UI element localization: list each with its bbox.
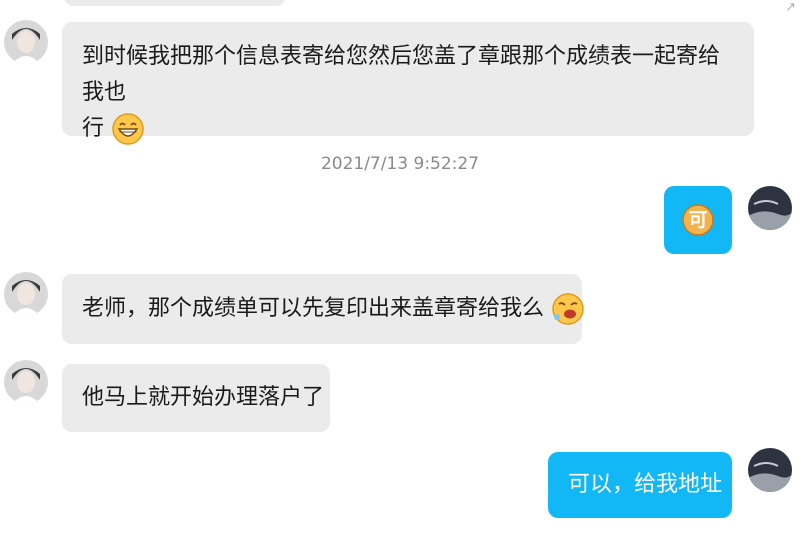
message-text: 到时候我把那个信息表寄给您然后您盖了章跟那个成绩表一起寄给我也 (82, 44, 721, 105)
previous-message-fragment (64, 0, 286, 6)
avatar-self[interactable] (748, 448, 792, 492)
message-timestamp: 2021/7/13 9:52:27 (320, 154, 480, 174)
message-text: 老师，那个成绩单可以先复印出来盖章寄给我么 (82, 296, 545, 321)
ok-badge-icon: 可 (681, 203, 715, 237)
scroll-arrow-icon[interactable]: ↗ (785, 0, 796, 15)
message-bubble[interactable]: 到时候我把那个信息表寄给您然后您盖了章跟那个成绩表一起寄给我也 行 (62, 22, 754, 145)
message-text: 行 (82, 116, 105, 141)
avatar-self[interactable] (748, 186, 792, 230)
avatar-teacher[interactable] (4, 20, 48, 64)
message-bubble[interactable]: 可 (664, 186, 732, 254)
message-bubble[interactable]: 老师，那个成绩单可以先复印出来盖章寄给我么 (62, 274, 585, 344)
grinning-face-icon (111, 112, 145, 146)
message-bubble[interactable]: 可以，给我地址 (548, 452, 732, 518)
crying-laughing-face-icon (551, 292, 585, 326)
message-text: 他马上就开始办理落户了 (82, 385, 325, 410)
message-text: 可 (688, 209, 708, 231)
avatar-teacher[interactable] (4, 360, 48, 404)
avatar-teacher[interactable] (4, 272, 48, 316)
message-bubble[interactable]: 他马上就开始办理落户了 (62, 364, 330, 432)
message-text: 可以，给我地址 (568, 472, 723, 497)
